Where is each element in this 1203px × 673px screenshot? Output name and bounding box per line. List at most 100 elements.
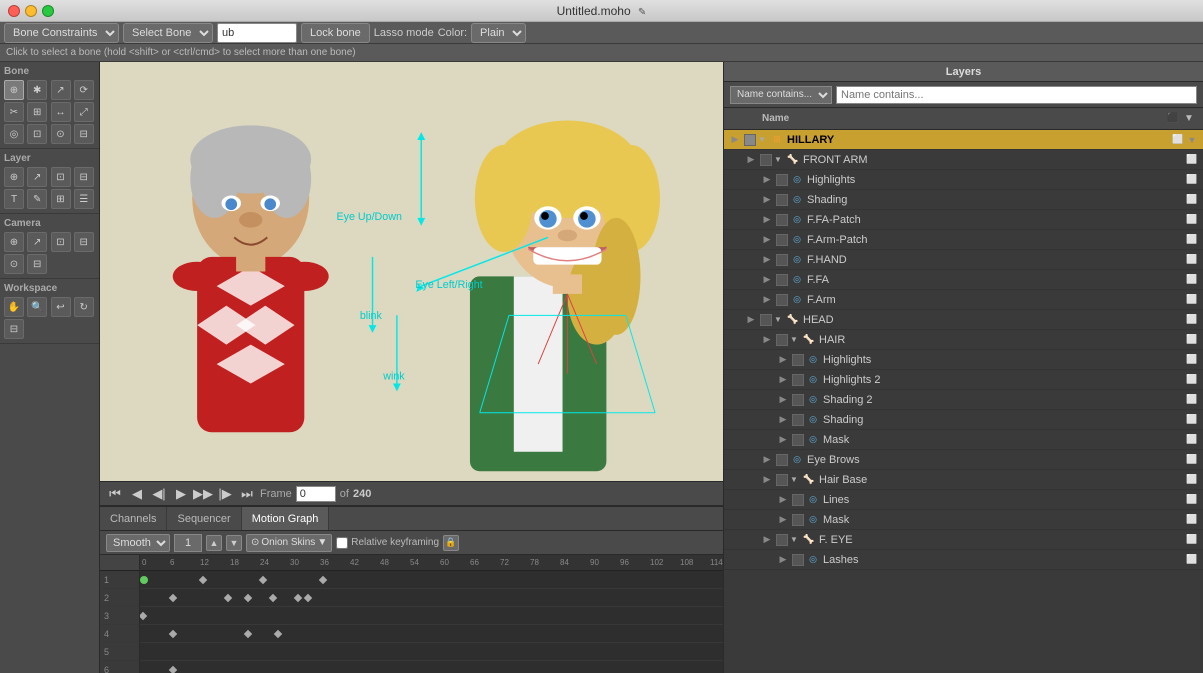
plain-select[interactable]: Plain: [471, 23, 526, 43]
keyframe-2-3[interactable]: [244, 594, 252, 602]
layer-row-hillary[interactable]: ▶ ▼ ⊞ HILLARY ⬜ ▼: [724, 130, 1203, 150]
tool-camera-5[interactable]: ⊙: [4, 254, 24, 274]
keyframe-2-1[interactable]: [169, 594, 177, 602]
keyframe-1-2[interactable]: [259, 576, 267, 584]
tool-bone-1[interactable]: ⊕: [4, 80, 24, 100]
layer-check-eyebrows[interactable]: [776, 454, 788, 466]
tool-layer-4[interactable]: ⊟: [74, 167, 94, 187]
tool-ws-2[interactable]: 🔍: [27, 297, 47, 317]
tool-camera-2[interactable]: ↗: [27, 232, 47, 252]
fps-arrow-up[interactable]: ▲: [206, 535, 222, 551]
layer-row-highlights-3[interactable]: ▶ ◎ Highlights 2 ⬜: [724, 370, 1203, 390]
tab-sequencer[interactable]: Sequencer: [167, 507, 241, 530]
transport-to-start[interactable]: ⏮: [106, 485, 124, 503]
layer-check-sh3[interactable]: [792, 414, 804, 426]
layer-row-feye[interactable]: ▶ ▼ 🦴 F. EYE ⬜: [724, 530, 1203, 550]
layer-expand-hillary[interactable]: ▼: [758, 135, 768, 144]
tool-bone-7[interactable]: ↔: [51, 102, 71, 122]
layer-row-ffa[interactable]: ▶ ◎ F.FA ⬜: [724, 270, 1203, 290]
tool-camera-6[interactable]: ⊟: [27, 254, 47, 274]
tool-layer-3[interactable]: ⊡: [51, 167, 71, 187]
tool-layer-6[interactable]: ✎: [27, 189, 47, 209]
smooth-select[interactable]: Smooth: [106, 534, 170, 552]
bone-constraints-select[interactable]: Bone Constraints: [4, 23, 119, 43]
transport-prev-key[interactable]: ◀|: [150, 485, 168, 503]
onion-skins-button[interactable]: ⊙ Onion Skins ▼: [246, 534, 332, 552]
layer-check-ffa[interactable]: [776, 214, 788, 226]
layer-row-hair[interactable]: ▶ ▼ 🦴 HAIR ⬜: [724, 330, 1203, 350]
layer-check-mask1[interactable]: [792, 434, 804, 446]
tool-ws-5[interactable]: ⊟: [4, 319, 24, 339]
layer-row-mask-1[interactable]: ▶ ◎ Mask ⬜: [724, 430, 1203, 450]
transport-next-key[interactable]: |▶: [216, 485, 234, 503]
tool-bone-6[interactable]: ⊞: [27, 102, 47, 122]
timeline-lock-icon[interactable]: 🔒: [443, 535, 459, 551]
layer-check-sh1[interactable]: [776, 194, 788, 206]
layer-row-head[interactable]: ▶ ▼ 🦴 HEAD ⬜: [724, 310, 1203, 330]
tool-layer-2[interactable]: ↗: [27, 167, 47, 187]
layer-row-shading-3[interactable]: ▶ ◎ Shading ⬜: [724, 410, 1203, 430]
layer-check-hair[interactable]: [776, 334, 788, 346]
tool-ws-3[interactable]: ↩: [51, 297, 71, 317]
layer-row-fhand[interactable]: ▶ ◎ F.HAND ⬜: [724, 250, 1203, 270]
tool-camera-1[interactable]: ⊕: [4, 232, 24, 252]
tool-bone-11[interactable]: ⊙: [51, 124, 71, 144]
transport-prev-frame[interactable]: ◀: [128, 485, 146, 503]
layer-row-lines[interactable]: ▶ ◎ Lines ⬜: [724, 490, 1203, 510]
tool-bone-4[interactable]: ⟳: [74, 80, 94, 100]
layer-row-eyebrows[interactable]: ▶ ◎ Eye Brows ⬜: [724, 450, 1203, 470]
tool-bone-12[interactable]: ⊟: [74, 124, 94, 144]
layers-mode-select[interactable]: Name contains...: [730, 86, 832, 104]
tab-channels[interactable]: Channels: [100, 507, 167, 530]
tab-motion-graph[interactable]: Motion Graph: [242, 507, 330, 530]
layer-expand-front-arm[interactable]: ▼: [774, 155, 784, 164]
layer-check-farm2[interactable]: [776, 294, 788, 306]
tool-layer-5[interactable]: T: [4, 189, 24, 209]
layer-check-mask2[interactable]: [792, 514, 804, 526]
tool-ws-1[interactable]: ✋: [4, 297, 24, 317]
layer-check-hl3[interactable]: [792, 374, 804, 386]
keyframe-1-3[interactable]: [319, 576, 327, 584]
keyframe-4-1[interactable]: [169, 630, 177, 638]
layer-expand-hair[interactable]: ▼: [790, 335, 800, 344]
tool-bone-10[interactable]: ⊡: [27, 124, 47, 144]
tool-layer-7[interactable]: ⊞: [51, 189, 71, 209]
layer-row-highlights-2[interactable]: ▶ ◎ Highlights ⬜: [724, 350, 1203, 370]
layer-row-farm-patch[interactable]: ▶ ◎ F.Arm-Patch ⬜: [724, 230, 1203, 250]
layer-row-farm[interactable]: ▶ ◎ F.Arm ⬜: [724, 290, 1203, 310]
keyframe-1-1[interactable]: [199, 576, 207, 584]
layer-check-hairbase[interactable]: [776, 474, 788, 486]
relative-keyframing-label[interactable]: Relative keyframing: [336, 537, 439, 549]
layer-row-mask-2[interactable]: ▶ ◎ Mask ⬜: [724, 510, 1203, 530]
tool-camera-4[interactable]: ⊟: [74, 232, 94, 252]
fps-arrow-down[interactable]: ▼: [226, 535, 242, 551]
tool-layer-1[interactable]: ⊕: [4, 167, 24, 187]
search-input[interactable]: [217, 23, 297, 43]
layer-check-feye[interactable]: [776, 534, 788, 546]
layer-check-hillary[interactable]: [744, 134, 756, 146]
tool-bone-2[interactable]: ✱: [27, 80, 47, 100]
tool-bone-8[interactable]: ⤢: [74, 102, 94, 122]
layer-check-farm[interactable]: [776, 234, 788, 246]
transport-play[interactable]: ▶: [172, 485, 190, 503]
select-bone-select[interactable]: Select Bone: [123, 23, 213, 43]
relative-keyframing-checkbox[interactable]: [336, 537, 348, 549]
layer-expand-head[interactable]: ▼: [774, 315, 784, 324]
keyframe-4-3[interactable]: [274, 630, 282, 638]
keyframe-6-1[interactable]: [169, 666, 177, 673]
layer-check-hl1[interactable]: [776, 174, 788, 186]
layer-check-sh2[interactable]: [792, 394, 804, 406]
layer-row-highlights-1[interactable]: ▶ ◎ Highlights ⬜: [724, 170, 1203, 190]
tool-bone-9[interactable]: ◎: [4, 124, 24, 144]
maximize-button[interactable]: [42, 5, 54, 17]
keyframe-2-2[interactable]: [224, 594, 232, 602]
keyframe-2-5[interactable]: [294, 594, 302, 602]
layer-check-head[interactable]: [760, 314, 772, 326]
tool-bone-3[interactable]: ↗: [51, 80, 71, 100]
layer-check-ffa2[interactable]: [776, 274, 788, 286]
layer-check-hl2[interactable]: [792, 354, 804, 366]
layer-check-front-arm[interactable]: [760, 154, 772, 166]
keyframe-2-6[interactable]: [304, 594, 312, 602]
keyframe-4-2[interactable]: [244, 630, 252, 638]
layer-check-lines[interactable]: [792, 494, 804, 506]
